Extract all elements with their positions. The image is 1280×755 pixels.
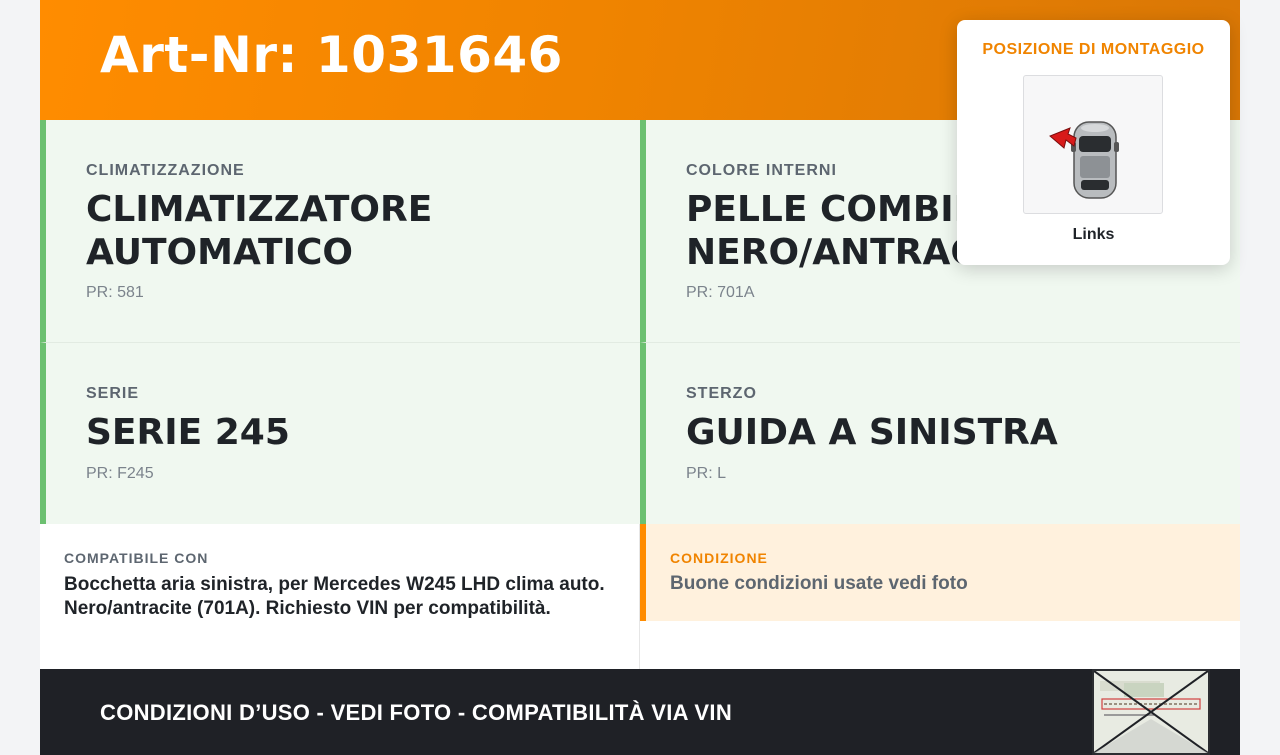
spec-card-serie: SERIE SERIE 245 PR: F245 [40, 343, 640, 524]
footer-bar: CONDIZIONI D’USO - VEDI FOTO - COMPATIBI… [40, 669, 1240, 755]
mounting-position-card: POSIZIONE DI MONTAGGIO Links [957, 20, 1230, 265]
car-position-image [1023, 75, 1163, 214]
envelope-icon [1093, 670, 1209, 754]
vin-label-thumbnail[interactable] [1092, 669, 1210, 755]
spec-card-climatizzazione: CLIMATIZZAZIONE CLIMATIZZATORE AUTOMATIC… [40, 120, 640, 343]
condition-text: Buone condizioni usate vedi foto [670, 573, 968, 594]
mounting-position-title: POSIZIONE DI MONTAGGIO [982, 41, 1205, 58]
condition-label: CONDIZIONE [670, 550, 768, 566]
spec-card-sterzo: STERZO GUIDA A SINISTRA PR: L [640, 343, 1240, 524]
compatibility-section: COMPATIBILE CON Bocchetta aria sinistra,… [40, 524, 640, 669]
condition-section: CONDIZIONE Buone condizioni usate vedi f… [640, 524, 1240, 621]
spec-pr-code: PR: F245 [86, 465, 154, 482]
compat-label: COMPATIBILE CON [64, 550, 209, 566]
spec-label: COLORE INTERNI [686, 162, 837, 179]
spec-label: STERZO [686, 385, 757, 402]
mounting-position-caption: Links [1072, 226, 1115, 243]
spec-pr-code: PR: 701A [686, 284, 755, 301]
spec-value: CLIMATIZZATORE AUTOMATICO [86, 189, 433, 273]
spec-value: SERIE 245 [86, 412, 290, 453]
compat-text: Bocchetta aria sinistra, per Mercedes W2… [64, 574, 605, 619]
spec-label: SERIE [86, 385, 140, 402]
spec-pr-code: PR: 581 [86, 284, 144, 301]
spec-pr-code: PR: L [686, 465, 727, 482]
page-title: Art-Nr: 1031646 [100, 26, 563, 84]
spec-label: CLIMATIZZAZIONE [86, 162, 245, 179]
spec-value: GUIDA A SINISTRA [686, 412, 1058, 453]
car-top-view-icon [1049, 121, 1119, 199]
footer-text: CONDIZIONI D’USO - VEDI FOTO - COMPATIBI… [100, 700, 733, 725]
